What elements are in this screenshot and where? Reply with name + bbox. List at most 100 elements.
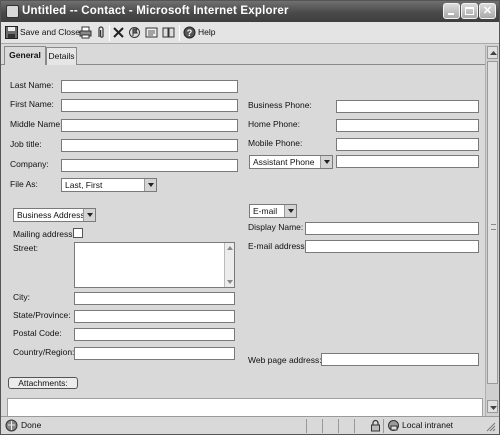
web-page-input[interactable] xyxy=(321,353,479,366)
scrollbar-thumb[interactable] xyxy=(487,61,498,384)
street-scrollbar[interactable] xyxy=(224,243,234,287)
toolbar-separator xyxy=(179,25,180,41)
contact-form: Last Name: First Name: Middle Name: Job … xyxy=(1,65,485,420)
company-label: Company: xyxy=(10,159,49,169)
email-address-input[interactable] xyxy=(305,240,479,253)
status-text: Done xyxy=(21,420,42,430)
save-and-close-label: Save and Close xyxy=(20,27,81,37)
phone-type-select[interactable]: Assistant Phone xyxy=(249,155,333,169)
job-title-input[interactable] xyxy=(61,139,238,152)
email-type-select[interactable]: E-mail xyxy=(249,204,297,218)
flag-icon xyxy=(129,27,140,38)
address-type-value: Business Address xyxy=(17,210,85,220)
window-title: Untitled -- Contact - Microsoft Internet… xyxy=(22,5,289,17)
minimize-icon xyxy=(448,13,454,15)
address-book-icon xyxy=(145,27,158,38)
postal-code-label: Postal Code: xyxy=(13,328,62,338)
attach-button[interactable] xyxy=(94,25,108,41)
state-input[interactable] xyxy=(74,310,235,323)
lock-icon xyxy=(371,419,380,432)
country-input[interactable] xyxy=(74,347,235,360)
scroll-down-button[interactable] xyxy=(487,400,498,413)
postal-code-input[interactable] xyxy=(74,328,235,341)
resize-grip-icon[interactable] xyxy=(485,421,496,432)
close-button[interactable]: ✕ xyxy=(479,3,496,19)
minimize-button[interactable] xyxy=(443,3,460,19)
print-button[interactable] xyxy=(78,25,93,41)
attach-icon xyxy=(98,26,104,38)
status-panel xyxy=(306,419,322,433)
scroll-up-icon xyxy=(490,51,497,55)
status-panel xyxy=(322,419,338,433)
delete-button[interactable] xyxy=(112,25,126,41)
address-book-button[interactable] xyxy=(145,25,159,41)
help-label: Help xyxy=(198,27,216,37)
page-scrollbar[interactable] xyxy=(485,45,499,416)
tab-general[interactable]: General xyxy=(4,46,46,66)
city-label: City: xyxy=(13,292,30,302)
web-page-label: Web page address: xyxy=(248,355,322,365)
scrollbar-grip xyxy=(491,224,496,230)
chevron-down-icon[interactable] xyxy=(144,179,156,191)
mobile-phone-input[interactable] xyxy=(336,138,479,151)
zone-panel: Local intranet xyxy=(383,419,483,433)
display-name-input[interactable] xyxy=(305,222,479,235)
intranet-icon xyxy=(388,420,399,431)
state-label: State/Province: xyxy=(13,310,71,320)
last-name-input[interactable] xyxy=(61,80,238,93)
first-name-label: First Name: xyxy=(10,99,54,109)
page-icon xyxy=(5,419,18,432)
mobile-phone-label: Mobile Phone: xyxy=(248,138,303,148)
first-name-input[interactable] xyxy=(61,99,238,112)
file-as-label: File As: xyxy=(10,179,38,189)
home-phone-label: Home Phone: xyxy=(248,119,300,129)
status-bar: Done Local intranet xyxy=(1,416,499,434)
file-as-select[interactable]: Last, First xyxy=(61,178,157,192)
assistant-phone-input[interactable] xyxy=(336,155,479,168)
scroll-down-icon xyxy=(490,406,497,410)
attachments-button[interactable]: Attachments: xyxy=(8,377,78,389)
address-type-select[interactable]: Business Address xyxy=(13,208,96,222)
contacts-button[interactable] xyxy=(162,25,176,41)
mailing-address-checkbox[interactable] xyxy=(73,228,83,238)
help-icon: ? xyxy=(183,26,196,39)
file-as-value: Last, First xyxy=(65,180,103,190)
city-input[interactable] xyxy=(74,292,235,305)
job-title-label: Job title: xyxy=(10,139,42,149)
tab-strip: General Details xyxy=(1,45,499,66)
tab-details[interactable]: Details xyxy=(46,47,77,66)
contacts-icon xyxy=(162,27,175,38)
chevron-down-icon[interactable] xyxy=(320,156,332,168)
help-button[interactable]: ? Help xyxy=(182,25,216,41)
save-and-close-button[interactable]: Save and Close xyxy=(4,25,80,41)
delete-icon xyxy=(113,27,124,38)
mailing-address-label: Mailing address xyxy=(13,229,73,239)
middle-name-input[interactable] xyxy=(61,119,238,132)
country-label: Country/Region: xyxy=(13,347,75,357)
close-icon: ✕ xyxy=(482,5,493,17)
maximize-icon xyxy=(465,7,474,15)
toolbar: Save and Close ? Help xyxy=(1,22,499,44)
last-name-label: Last Name: xyxy=(10,80,54,90)
toolbar-separator xyxy=(109,25,110,41)
home-phone-input[interactable] xyxy=(336,119,479,132)
street-label: Street: xyxy=(13,243,39,253)
chevron-down-icon[interactable] xyxy=(83,209,95,221)
maximize-button[interactable] xyxy=(461,3,478,19)
middle-name-label: Middle Name: xyxy=(10,119,63,129)
scroll-down-icon[interactable] xyxy=(226,278,234,286)
business-phone-input[interactable] xyxy=(336,100,479,113)
flag-button[interactable] xyxy=(128,25,142,41)
contact-window: Untitled -- Contact - Microsoft Internet… xyxy=(0,0,500,435)
scroll-up-button[interactable] xyxy=(487,46,498,59)
street-textarea[interactable] xyxy=(74,242,235,288)
business-phone-label: Business Phone: xyxy=(248,100,312,110)
company-input[interactable] xyxy=(61,159,238,172)
zone-text: Local intranet xyxy=(402,420,454,430)
scroll-up-icon[interactable] xyxy=(226,244,234,252)
save-icon xyxy=(5,26,18,39)
chevron-down-icon[interactable] xyxy=(284,205,296,217)
email-type-value: E-mail xyxy=(253,206,278,216)
svg-text:?: ? xyxy=(187,28,193,38)
phone-type-value: Assistant Phone xyxy=(253,157,315,167)
